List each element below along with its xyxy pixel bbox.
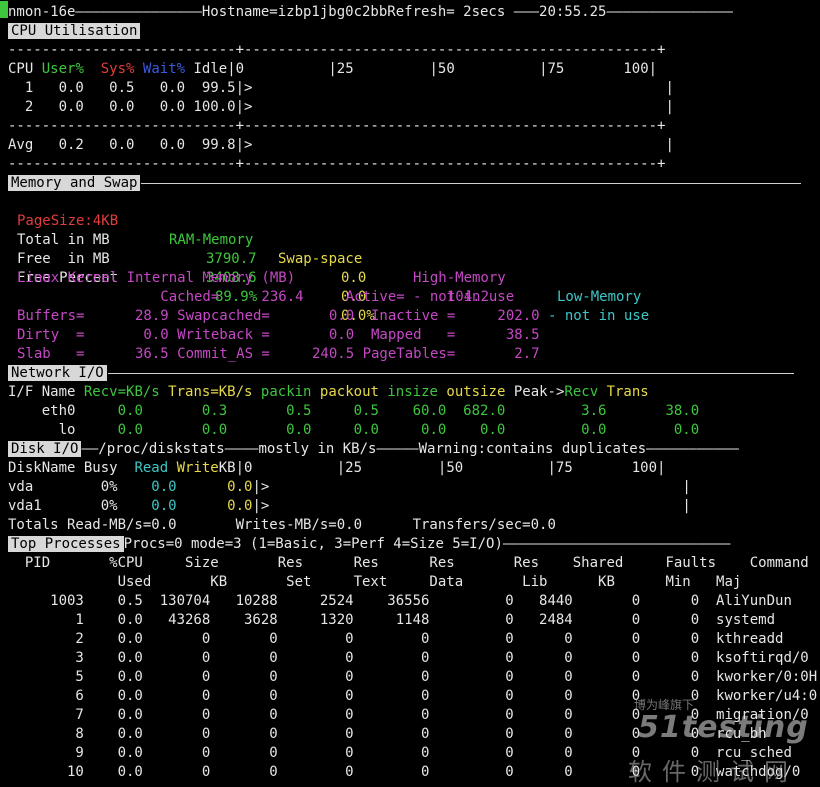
cpu-col-wait: Wait% xyxy=(142,61,186,77)
kernel-row-slab: Slab = 36.5 Commit_AS = 240.5 PageTables… xyxy=(17,346,540,362)
cpu-col-sys: Sys% xyxy=(100,61,135,77)
net-col-recv: Recv=KB/s xyxy=(83,384,160,400)
disk-col-read: Read xyxy=(134,460,169,476)
cpu-col-cpu: CPU xyxy=(8,61,34,77)
disk-section-header[interactable]: Disk I/O xyxy=(8,441,82,457)
disk-totals: Totals Read-MB/s=0.0 Writes-MB/s=0.0 Tra… xyxy=(8,517,556,533)
nmon-terminal: nmon-16e———————————————Hostname=izbp1jbg… xyxy=(0,0,820,787)
disk-row-vda: vda 0% 0.0 0.0|> | xyxy=(8,478,691,497)
cpu-col-user: User% xyxy=(41,61,84,77)
process-row: 2 0.0 0 0 0 0 0 0 0 0 kthreadd xyxy=(8,631,784,647)
watermark-logo: 51testing xyxy=(638,710,809,745)
top-processes-section-header[interactable]: Top Processes xyxy=(8,536,124,552)
mem-high-header: High-Memory xyxy=(413,270,506,286)
memory-section-header[interactable]: Memory and Swap xyxy=(8,175,141,191)
terminal-cursor xyxy=(0,1,8,18)
net-lo-values: 0.0 0.0 0.0 0.0 0.0 0.0 0.0 0.0 xyxy=(75,422,700,438)
net-col-trans: Trans=KB/s xyxy=(168,384,253,400)
title-line: nmon-16e———————————————Hostname=izbp1jbg… xyxy=(8,4,733,20)
net-col-peak-recv: Recv xyxy=(564,384,599,400)
disk-vda1-head: vda1 0% xyxy=(8,498,152,514)
watermark-site-name: 软件测试网 xyxy=(628,758,798,786)
network-row-lo: lo 0.0 0.0 0.0 0.0 0.0 0.0 0.0 0.0 xyxy=(8,421,700,440)
mem-total-swap: 0.0 xyxy=(341,270,367,286)
disk-vda-bar: |> | xyxy=(252,479,691,495)
memory-free-row: Free in MB 3408.6 0.0 xyxy=(0,231,820,305)
disk-col-write: Write xyxy=(176,460,219,476)
disk-vda-read: 0.0 xyxy=(151,479,177,495)
mem-low-not-in-use: - not in use xyxy=(548,308,650,324)
disk-col-scale: KB|0 |25 |50 |75 100| xyxy=(218,460,666,476)
disk-vda1-write: 0.0 xyxy=(176,498,253,514)
memory-freepct-row: Free Percent 89.9% 0.0% xyxy=(0,250,820,324)
disk-column-header: DiskName Busy Read WriteKB|0 |25 |50 |75… xyxy=(8,459,665,478)
net-col-packout: packout xyxy=(319,384,379,400)
memory-column-header: PageSize:4KB RAM-Memory Swap-space High-… xyxy=(0,193,820,305)
kernel-row-buffers: Buffers= 28.9 Swapcached= 0.0 Inactive =… xyxy=(17,308,540,324)
disk-vda-head: vda 0% xyxy=(8,479,152,495)
network-section-header[interactable]: Network I/O xyxy=(8,365,107,381)
process-row: 1003 0.5 130704 10288 2524 36556 0 8440 … xyxy=(8,593,792,609)
top-column-header-1: PID %CPU Size Res Res Res Res Shared Fau… xyxy=(8,555,809,571)
disk-row-vda1: vda1 0% 0.0 0.0|> | xyxy=(8,497,691,516)
top-processes-header-tail: Procs=0 mode=3 (1=Basic, 3=Perf 4=Size 5… xyxy=(123,536,731,552)
cpu-rule-mid: ---------------------------+------------… xyxy=(8,118,666,134)
network-row-eth0: eth0 0.0 0.3 0.5 0.5 60.0 682.0 3.6 38.0 xyxy=(8,402,699,421)
disk-vda1-read: 0.0 xyxy=(151,498,177,514)
net-col-peak-trans: Trans xyxy=(606,384,649,400)
kernel-row-cached: Cached= 236.4 Active= 104.2 xyxy=(17,289,490,305)
net-col-outsize: outsize xyxy=(446,384,506,400)
process-row: 1 0.0 43268 3628 1320 1148 0 2484 0 0 sy… xyxy=(8,612,776,628)
net-col-insize: insize xyxy=(387,384,438,400)
net-iface-eth0: eth0 xyxy=(8,403,76,419)
cpu-column-header: CPU User% Sys% Wait% Idle|0 |25 |50 |75 … xyxy=(8,60,657,79)
cpu-scale: Idle|0 |25 |50 |75 100| xyxy=(185,61,658,77)
kernel-memory-title: Linux Kernel Internal Memory (MB) xyxy=(17,270,296,286)
net-col-packin: packin xyxy=(260,384,312,400)
top-column-header-2: Used KB Set Text Data Lib KB Min Maj xyxy=(8,574,742,590)
process-row: 5 0.0 0 0 0 0 0 0 0 0 kworker/0:0H xyxy=(8,669,818,685)
memory-header-rule xyxy=(141,182,802,184)
cpu-rule-top: ---------------------------+------------… xyxy=(8,42,666,58)
disk-header-tail: ——/proc/diskstats————mostly in KB/s—————… xyxy=(81,441,739,457)
process-row: 3 0.0 0 0 0 0 0 0 0 0 ksoftirqd/0 xyxy=(8,650,809,666)
net-col-peak: Peak-> xyxy=(513,384,565,400)
cpu-row-2: 2 0.0 0.0 0.0 100.0|> | xyxy=(8,99,674,115)
network-column-header: I/F Name Recv=KB/s Trans=KB/s packin pac… xyxy=(8,383,649,402)
disk-vda1-bar: |> | xyxy=(252,498,691,514)
disk-col-name-busy: DiskName Busy xyxy=(8,460,135,476)
cpu-section-header[interactable]: CPU Utilisation xyxy=(8,23,141,39)
cpu-row-1: 1 0.0 0.5 0.0 99.5|> | xyxy=(8,80,674,96)
memory-total-row: Total in MB 3790.7 0.0 - not in use - no… xyxy=(0,212,820,324)
cpu-rule-bottom: ---------------------------+------------… xyxy=(8,156,666,172)
kernel-row-dirty: Dirty = 0.0 Writeback = 0.0 Mapped = 38.… xyxy=(17,327,540,343)
cpu-avg-row: Avg 0.2 0.0 0.0 99.8|> | xyxy=(8,137,674,153)
disk-vda-write: 0.0 xyxy=(176,479,253,495)
net-col-iface: I/F Name xyxy=(8,384,76,400)
network-header-rule xyxy=(107,372,794,374)
net-iface-lo: lo xyxy=(8,422,76,438)
51testing-watermark: 博为峰旗下 51testing 软件测试网 xyxy=(628,696,808,786)
mem-low-header: Low-Memory xyxy=(557,289,642,305)
net-eth0-values: 0.0 0.3 0.5 0.5 60.0 682.0 3.6 38.0 xyxy=(75,403,700,419)
